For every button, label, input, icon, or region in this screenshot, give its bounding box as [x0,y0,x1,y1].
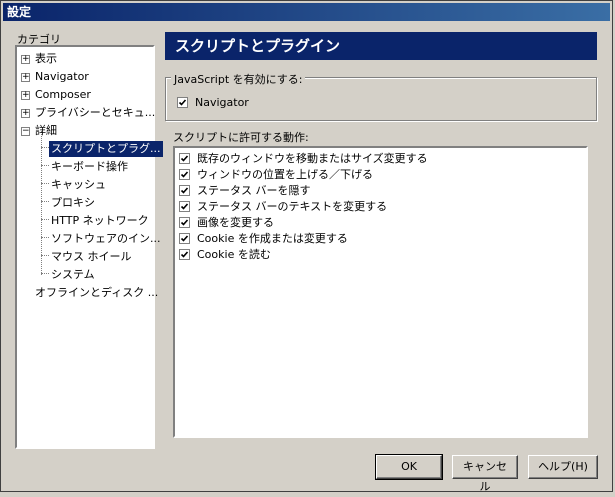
checkmark-icon [180,203,189,210]
window-title: 設定 [3,3,610,21]
tree-line [41,183,49,184]
option-label: ステータス バーのテキストを変更する [197,200,388,213]
tree-line [41,201,49,202]
tree-line [41,237,49,238]
option-label: ステータス バーを隠す [197,184,311,197]
expand-icon[interactable]: + [21,91,30,100]
checkmark-icon [180,171,189,178]
checkmark-icon [180,219,189,226]
tree-line [41,219,49,220]
tree-line [41,273,49,274]
expand-icon[interactable]: + [21,109,30,118]
tree-item-label: プロキシ [51,196,95,209]
expand-icon[interactable]: + [21,55,30,64]
checkmark-icon [180,155,189,162]
tree-item-label: 詳細 [35,124,57,137]
allowed-actions-list[interactable]: 既存のウィンドウを移動またはサイズ変更する ウィンドウの位置を上げる／下げる ス… [173,146,588,438]
allow-actions-label: スクリプトに許可する動作: [173,131,309,144]
help-button[interactable]: ヘルプ(H) [528,455,598,479]
tree-item-label: HTTP ネットワーク [51,214,149,227]
option-checkbox[interactable] [179,169,190,180]
navigator-checkbox-label: Navigator [195,96,249,109]
tree-item-label: キャッシュ [51,178,106,191]
checkmark-icon [178,99,187,106]
collapse-icon[interactable]: − [21,127,30,136]
panel-title: スクリプトとプラグイン [165,32,597,60]
category-tree[interactable]: + 表示 + Navigator + Composer + プライバシーとセキュ… [15,45,163,449]
tree-line [41,131,42,275]
option-label: 既存のウィンドウを移動またはサイズ変更する [197,152,428,165]
option-label: Cookie を作成または変更する [197,232,348,245]
javascript-group-label: JavaScript を有効にする: [171,71,306,87]
option-label: 画像を変更する [197,216,274,229]
option-label: Cookie を読む [197,248,271,261]
option-checkbox[interactable] [179,217,190,228]
checkmark-icon [180,187,189,194]
tree-item-label: キーボード操作 [51,160,128,173]
expand-icon[interactable]: + [21,73,30,82]
tree-line [41,255,49,256]
option-checkbox[interactable] [179,233,190,244]
tree-item-label: Composer [35,88,91,101]
settings-window: 設定 カテゴリ + 表示 + Navigator + Composer + プラ… [0,0,613,493]
option-checkbox[interactable] [179,201,190,212]
option-label: ウィンドウの位置を上げる／下げる [197,168,373,181]
option-checkbox[interactable] [179,249,190,260]
checkmark-icon [180,235,189,242]
tree-item-label: システム [51,268,95,281]
ok-button[interactable]: OK [375,454,443,480]
option-checkbox[interactable] [179,153,190,164]
tree-item-label: オフラインとディスク ... [35,286,159,299]
tree-line [41,147,49,148]
tree-item-label: プライバシーとセキュ... [35,106,156,119]
tree-item-label: スクリプトとプラグ... [49,141,163,157]
tree-line [41,165,49,166]
tree-item-label: Navigator [35,70,89,83]
checkmark-icon [180,251,189,258]
cancel-button[interactable]: キャンセル [452,455,518,493]
tree-item-label: ソフトウェアのイン... [51,232,161,245]
tree-item-label: 表示 [35,52,57,65]
option-checkbox[interactable] [179,185,190,196]
navigator-checkbox[interactable] [177,97,188,108]
tree-item-label: マウス ホイール [51,250,132,263]
